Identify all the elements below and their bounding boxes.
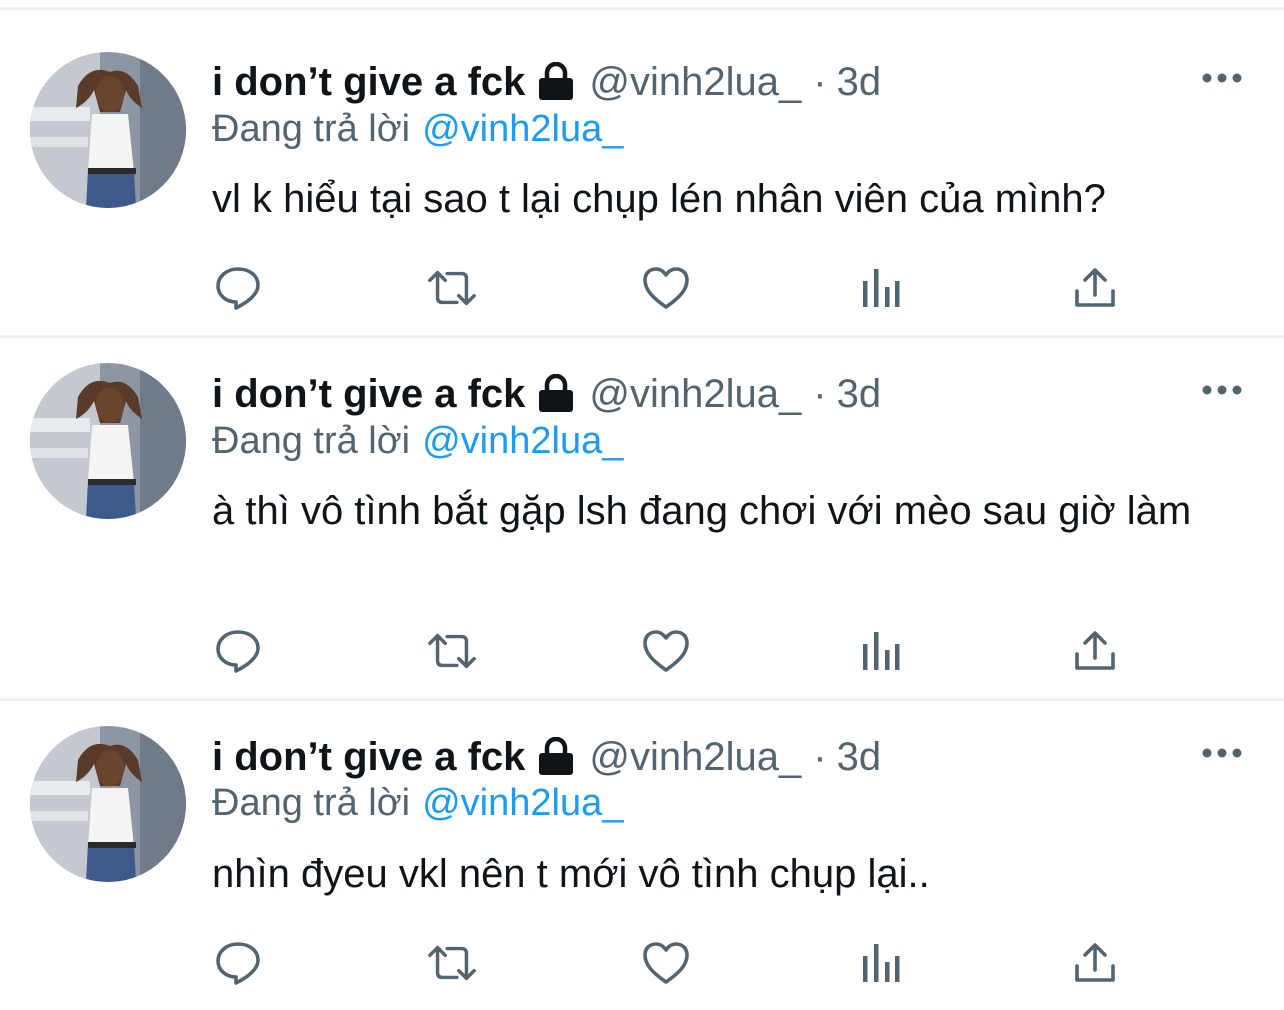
tweet-text: vl k hiểu tại sao t lại chụp lén nhân vi… — [212, 177, 1106, 221]
lock-icon — [537, 373, 575, 419]
tweet-header: i don’t give a fck @vinh2lua_ · 3d — [212, 364, 881, 424]
replying-prefix: Đang trả lời — [212, 782, 411, 824]
timestamp[interactable]: 3d — [837, 60, 882, 105]
share-button[interactable] — [1069, 626, 1121, 676]
timestamp[interactable]: 3d — [837, 735, 882, 780]
divider — [0, 7, 1284, 10]
tweet-header: i don’t give a fck @vinh2lua_ · 3d — [212, 52, 881, 112]
more-icon[interactable] — [1200, 731, 1244, 775]
reply-button[interactable] — [212, 938, 264, 988]
separator: · — [813, 734, 827, 779]
handle[interactable]: @vinh2lua_ — [589, 372, 801, 417]
like-icon — [643, 630, 689, 672]
replying-to: Đang trả lời @vinh2lua_ — [212, 108, 623, 151]
more-icon[interactable] — [1200, 368, 1244, 412]
retweet-icon — [428, 633, 476, 669]
replying-to-mention[interactable]: @vinh2lua_ — [422, 782, 623, 824]
separator: · — [813, 371, 827, 416]
avatar[interactable] — [30, 726, 186, 882]
more-icon[interactable] — [1200, 56, 1244, 100]
analytics-icon — [863, 269, 900, 307]
tweet-actions — [212, 626, 1132, 676]
share-button[interactable] — [1069, 263, 1121, 313]
like-icon — [643, 267, 689, 309]
replying-prefix: Đang trả lời — [212, 108, 411, 150]
analytics-button[interactable] — [855, 626, 907, 676]
lock-icon — [537, 736, 575, 782]
lock-icon — [537, 61, 575, 107]
timestamp[interactable]: 3d — [837, 372, 882, 417]
handle[interactable]: @vinh2lua_ — [589, 60, 801, 105]
analytics-button[interactable] — [855, 938, 907, 988]
replying-to-mention[interactable]: @vinh2lua_ — [422, 108, 623, 150]
reply-icon — [216, 267, 260, 310]
divider — [0, 698, 1284, 701]
tweet-actions — [212, 938, 1132, 988]
reply-icon — [216, 630, 260, 673]
like-button[interactable] — [640, 263, 692, 313]
reply-button[interactable] — [212, 626, 264, 676]
share-icon — [1075, 943, 1115, 982]
share-button[interactable] — [1069, 938, 1121, 988]
tweet-text: nhìn đyeu vkl nên t mới vô tình chụp lại… — [212, 852, 930, 896]
replying-prefix: Đang trả lời — [212, 420, 411, 462]
separator: · — [813, 59, 827, 104]
analytics-button[interactable] — [855, 263, 907, 313]
share-icon — [1075, 631, 1115, 670]
replying-to: Đang trả lời @vinh2lua_ — [212, 420, 623, 463]
replying-to-mention[interactable]: @vinh2lua_ — [422, 420, 623, 462]
avatar[interactable] — [30, 52, 186, 208]
reply-icon — [216, 942, 260, 985]
like-button[interactable] — [640, 626, 692, 676]
tweet-actions — [212, 263, 1132, 313]
avatar[interactable] — [30, 363, 186, 519]
tweet-header: i don’t give a fck @vinh2lua_ · 3d — [212, 727, 881, 787]
tweet-text: à thì vô tình bắt gặp lsh đang chơi với … — [212, 489, 1192, 533]
like-icon — [643, 942, 689, 984]
reply-button[interactable] — [212, 263, 264, 313]
analytics-icon — [863, 944, 900, 982]
retweet-button[interactable] — [426, 938, 478, 988]
handle[interactable]: @vinh2lua_ — [589, 735, 801, 780]
display-name[interactable]: i don’t give a fck — [212, 60, 525, 105]
divider — [0, 335, 1284, 338]
share-icon — [1075, 268, 1115, 307]
retweet-button[interactable] — [426, 263, 478, 313]
like-button[interactable] — [640, 938, 692, 988]
analytics-icon — [863, 632, 900, 670]
display-name[interactable]: i don’t give a fck — [212, 372, 525, 417]
retweet-button[interactable] — [426, 626, 478, 676]
replying-to: Đang trả lời @vinh2lua_ — [212, 782, 623, 825]
retweet-icon — [428, 945, 476, 981]
display-name[interactable]: i don’t give a fck — [212, 735, 525, 780]
retweet-icon — [428, 270, 476, 306]
